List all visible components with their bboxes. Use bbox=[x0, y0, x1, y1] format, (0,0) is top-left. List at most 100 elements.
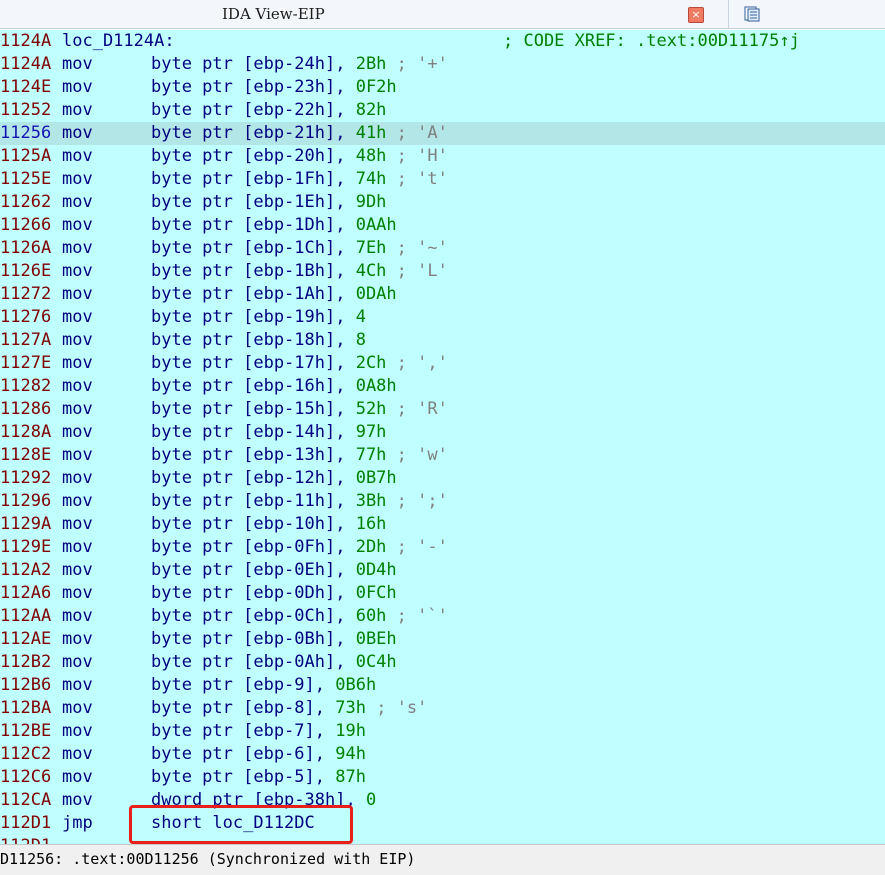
operand-immediate[interactable]: 60h bbox=[356, 606, 387, 626]
operand-text[interactable]: byte ptr [ebp-1Eh], bbox=[151, 192, 356, 212]
operand-text[interactable]: byte ptr [ebp-0Dh], bbox=[151, 583, 356, 603]
operand-immediate[interactable]: 87h bbox=[335, 767, 366, 787]
tab-title[interactable]: IDA View-EIP bbox=[222, 5, 325, 23]
instruction-mnemonic[interactable]: mov bbox=[62, 237, 93, 260]
operand-immediate[interactable]: 2Dh bbox=[356, 537, 387, 557]
operand-text[interactable]: byte ptr [ebp-8], bbox=[151, 698, 335, 718]
instruction-operands[interactable]: byte ptr [ebp-1Eh], 9Dh bbox=[151, 191, 386, 214]
disassembly-listing[interactable]: 1124A loc_D1124A: ; CODE XREF: .text:00D… bbox=[0, 30, 885, 844]
operand-immediate[interactable]: 8 bbox=[356, 330, 366, 350]
operand-immediate[interactable]: 4Ch bbox=[356, 261, 387, 281]
instruction-line[interactable]: 112A2 mov byte ptr [ebp-0Eh], 0D4h bbox=[0, 559, 885, 582]
instruction-mnemonic[interactable]: mov bbox=[62, 53, 93, 76]
instruction-operands[interactable]: byte ptr [ebp-0Ah], 0C4h bbox=[151, 651, 397, 674]
instruction-mnemonic[interactable]: mov bbox=[62, 283, 93, 306]
instruction-line[interactable]: 112BA mov byte ptr [ebp-8], 73h ; 's' bbox=[0, 697, 885, 720]
instruction-line[interactable]: 1124E mov byte ptr [ebp-23h], 0F2h bbox=[0, 76, 885, 99]
instruction-operands[interactable]: byte ptr [ebp-10h], 16h bbox=[151, 513, 386, 536]
instruction-mnemonic[interactable]: mov bbox=[62, 743, 93, 766]
operand-immediate[interactable]: 7Eh bbox=[356, 238, 387, 258]
instruction-mnemonic[interactable]: mov bbox=[62, 76, 93, 99]
instruction-operands[interactable]: byte ptr [ebp-0Bh], 0BEh bbox=[151, 628, 397, 651]
instruction-operands[interactable]: byte ptr [ebp-6], 94h bbox=[151, 743, 366, 766]
operand-immediate[interactable]: 2Ch bbox=[356, 353, 387, 373]
operand-immediate[interactable]: 97h bbox=[356, 422, 387, 442]
operand-text[interactable]: byte ptr [ebp-24h], bbox=[151, 54, 356, 74]
operand-text[interactable]: byte ptr [ebp-0Eh], bbox=[151, 560, 356, 580]
operand-text[interactable]: byte ptr [ebp-1Ah], bbox=[151, 284, 356, 304]
instruction-line[interactable]: 112C6 mov byte ptr [ebp-5], 87h bbox=[0, 766, 885, 789]
operand-text[interactable]: byte ptr [ebp-19h], bbox=[151, 307, 356, 327]
instruction-mnemonic[interactable]: mov bbox=[62, 605, 93, 628]
operand-text[interactable]: byte ptr [ebp-5], bbox=[151, 767, 335, 787]
operand-immediate[interactable]: 74h bbox=[356, 169, 387, 189]
instruction-mnemonic[interactable]: mov bbox=[62, 674, 93, 697]
instruction-mnemonic[interactable]: mov bbox=[62, 191, 93, 214]
instruction-mnemonic[interactable]: mov bbox=[62, 628, 93, 651]
instruction-mnemonic[interactable]: mov bbox=[62, 122, 93, 145]
instruction-line[interactable]: 11286 mov byte ptr [ebp-15h], 52h ; 'R' bbox=[0, 398, 885, 421]
instruction-line[interactable]: 1125A mov byte ptr [ebp-20h], 48h ; 'H' bbox=[0, 145, 885, 168]
operand-immediate[interactable]: 4 bbox=[356, 307, 366, 327]
instruction-operands[interactable]: byte ptr [ebp-1Ah], 0DAh bbox=[151, 283, 397, 306]
operand-text[interactable]: byte ptr [ebp-12h], bbox=[151, 468, 356, 488]
instruction-operands[interactable]: byte ptr [ebp-23h], 0F2h bbox=[151, 76, 397, 99]
instruction-mnemonic[interactable]: mov bbox=[62, 651, 93, 674]
instruction-mnemonic[interactable]: mov bbox=[62, 306, 93, 329]
operand-text[interactable]: byte ptr [ebp-1Dh], bbox=[151, 215, 356, 235]
operand-text[interactable]: byte ptr [ebp-1Ch], bbox=[151, 238, 356, 258]
instruction-mnemonic[interactable]: mov bbox=[62, 789, 93, 812]
operand-text[interactable]: byte ptr [ebp-0Fh], bbox=[151, 537, 356, 557]
operand-immediate[interactable]: 0A8h bbox=[356, 376, 397, 396]
operand-text[interactable]: byte ptr [ebp-10h], bbox=[151, 514, 356, 534]
instruction-line[interactable]: 1128E mov byte ptr [ebp-13h], 77h ; 'w' bbox=[0, 444, 885, 467]
instruction-line[interactable]: 112B6 mov byte ptr [ebp-9], 0B6h bbox=[0, 674, 885, 697]
instruction-operands[interactable]: byte ptr [ebp-0Eh], 0D4h bbox=[151, 559, 397, 582]
instruction-mnemonic[interactable]: mov bbox=[62, 398, 93, 421]
instruction-mnemonic[interactable]: mov bbox=[62, 99, 93, 122]
instruction-line[interactable]: 1128A mov byte ptr [ebp-14h], 97h bbox=[0, 421, 885, 444]
operand-immediate[interactable]: 73h bbox=[335, 698, 366, 718]
instruction-mnemonic[interactable]: mov bbox=[62, 536, 93, 559]
instruction-operands[interactable]: byte ptr [ebp-1Dh], 0AAh bbox=[151, 214, 397, 237]
operand-immediate[interactable]: 0DAh bbox=[356, 284, 397, 304]
close-icon[interactable]: × bbox=[688, 7, 704, 23]
instruction-operands[interactable]: byte ptr [ebp-0Ch], 60h ; '`' bbox=[151, 605, 448, 628]
instruction-operands[interactable]: byte ptr [ebp-21h], 41h ; 'A' bbox=[151, 122, 448, 145]
operand-immediate[interactable]: 0B7h bbox=[356, 468, 397, 488]
instruction-line[interactable]: 112B2 mov byte ptr [ebp-0Ah], 0C4h bbox=[0, 651, 885, 674]
instruction-mnemonic[interactable]: mov bbox=[62, 559, 93, 582]
operand-immediate[interactable]: 0AAh bbox=[356, 215, 397, 235]
instruction-line[interactable]: 1129A mov byte ptr [ebp-10h], 16h bbox=[0, 513, 885, 536]
operand-immediate[interactable]: 0B6h bbox=[335, 675, 376, 695]
instruction-line[interactable]: 112AA mov byte ptr [ebp-0Ch], 60h ; '`' bbox=[0, 605, 885, 628]
instruction-operands[interactable]: byte ptr [ebp-9], 0B6h bbox=[151, 674, 376, 697]
operand-text[interactable]: byte ptr [ebp-0Ah], bbox=[151, 652, 356, 672]
operand-immediate[interactable]: 19h bbox=[335, 721, 366, 741]
operand-text[interactable]: byte ptr [ebp-23h], bbox=[151, 77, 356, 97]
instruction-operands[interactable]: byte ptr [ebp-15h], 52h ; 'R' bbox=[151, 398, 448, 421]
instruction-line[interactable]: 1124A mov byte ptr [ebp-24h], 2Bh ; '+' bbox=[0, 53, 885, 76]
instruction-line[interactable]: 11272 mov byte ptr [ebp-1Ah], 0DAh bbox=[0, 283, 885, 306]
instruction-operands[interactable]: byte ptr [ebp-5], 87h bbox=[151, 766, 366, 789]
instruction-operands[interactable]: byte ptr [ebp-0Fh], 2Dh ; '-' bbox=[151, 536, 448, 559]
instruction-line[interactable]: 112A6 mov byte ptr [ebp-0Dh], 0FCh bbox=[0, 582, 885, 605]
operand-text[interactable]: byte ptr [ebp-11h], bbox=[151, 491, 356, 511]
instruction-operands[interactable]: byte ptr [ebp-1Bh], 4Ch ; 'L' bbox=[151, 260, 448, 283]
instruction-operands[interactable]: byte ptr [ebp-1Fh], 74h ; 't' bbox=[151, 168, 448, 191]
instruction-mnemonic[interactable]: mov bbox=[62, 467, 93, 490]
operand-text[interactable]: byte ptr [ebp-0Bh], bbox=[151, 629, 356, 649]
operand-immediate[interactable]: 52h bbox=[356, 399, 387, 419]
instruction-line[interactable]: 11292 mov byte ptr [ebp-12h], 0B7h bbox=[0, 467, 885, 490]
instruction-mnemonic[interactable]: mov bbox=[62, 375, 93, 398]
instruction-mnemonic[interactable]: mov bbox=[62, 168, 93, 191]
operand-immediate[interactable]: 0F2h bbox=[356, 77, 397, 97]
operand-text[interactable]: byte ptr [ebp-17h], bbox=[151, 353, 356, 373]
operand-immediate[interactable]: 3Bh bbox=[356, 491, 387, 511]
label-line[interactable]: 1124A loc_D1124A: ; CODE XREF: .text:00D… bbox=[0, 30, 885, 53]
instruction-operands[interactable]: byte ptr [ebp-20h], 48h ; 'H' bbox=[151, 145, 448, 168]
operand-immediate[interactable]: 0FCh bbox=[356, 583, 397, 603]
instruction-line[interactable]: 11296 mov byte ptr [ebp-11h], 3Bh ; ';' bbox=[0, 490, 885, 513]
instruction-operands[interactable]: byte ptr [ebp-1Ch], 7Eh ; '~' bbox=[151, 237, 448, 260]
instruction-line[interactable]: 112AE mov byte ptr [ebp-0Bh], 0BEh bbox=[0, 628, 885, 651]
